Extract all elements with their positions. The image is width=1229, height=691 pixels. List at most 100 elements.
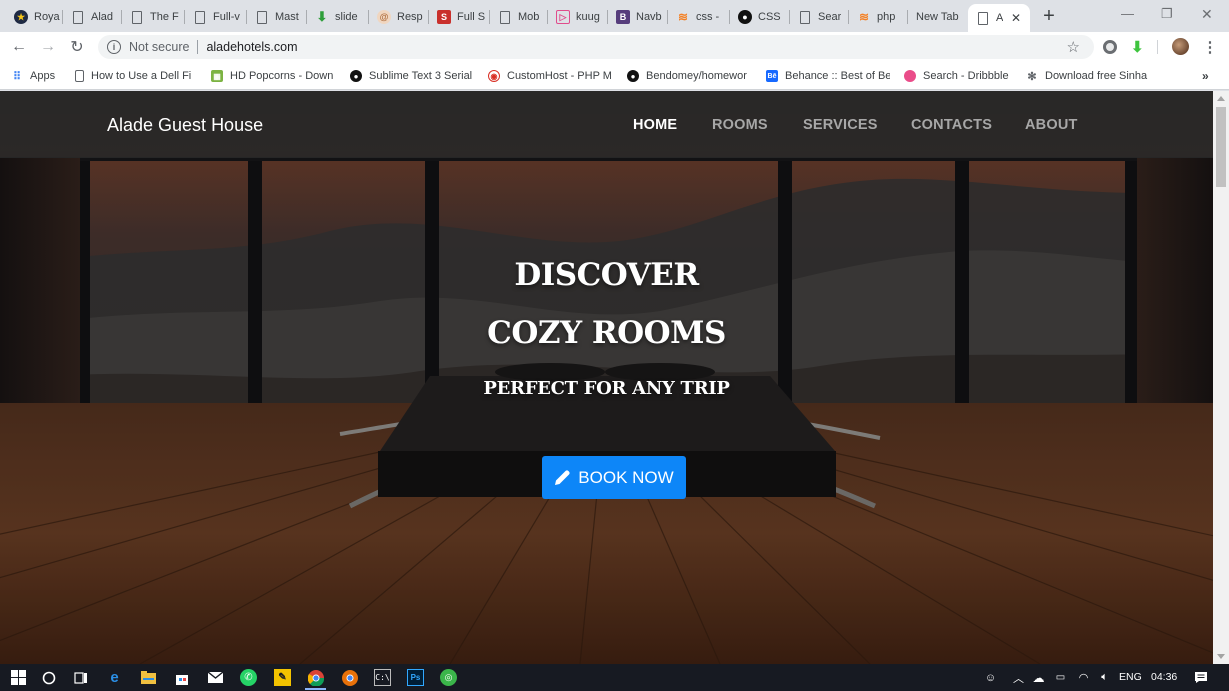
sticky-notes-icon[interactable]: ✎ — [274, 669, 291, 686]
address-bar[interactable]: i Not secure aladehotels.com ☆ — [98, 35, 1094, 59]
bookmark-item[interactable]: Bē Behance :: Best of Bel — [766, 68, 890, 84]
close-window-icon[interactable]: ✕ — [1201, 6, 1213, 23]
browser-tab[interactable]: S Full S — [429, 4, 490, 30]
back-icon[interactable]: ← — [9, 37, 29, 57]
book-now-button[interactable]: BOOK NOW — [542, 456, 686, 499]
scroll-down-icon[interactable] — [1217, 654, 1225, 659]
scrollbar-thumb[interactable] — [1216, 107, 1226, 187]
browser-tab[interactable]: ⬇ slide — [307, 4, 369, 30]
bookmark-item[interactable]: ▦ HD Popcorns - Down — [211, 68, 335, 84]
photoshop-icon[interactable]: Ps — [407, 669, 424, 686]
pink-logo-icon: ▷ — [556, 10, 570, 24]
browser-tab[interactable]: ≋ css - — [668, 4, 730, 30]
bootstrap-icon: B — [616, 10, 630, 24]
bookmark-item[interactable]: ● Bendomey/homewor — [627, 68, 751, 84]
nav-link-rooms[interactable]: ROOMS — [712, 117, 768, 133]
file-explorer-icon[interactable] — [140, 669, 157, 686]
github-icon: ● — [627, 70, 639, 82]
browser-tab[interactable]: Mob — [490, 4, 548, 30]
hero-subheading: PERFECT FOR ANY TRIP — [483, 378, 730, 399]
forward-icon[interactable]: → — [38, 37, 58, 57]
browser-tab[interactable]: ≋ php — [849, 4, 908, 30]
restore-icon[interactable]: ❐ — [1161, 6, 1173, 22]
site-navbar: Alade Guest House HOME ROOMS SERVICES CO… — [0, 91, 1213, 158]
browser-tab[interactable]: ● CSS — [730, 4, 790, 30]
divider — [1157, 40, 1158, 54]
browser-tab[interactable]: The F — [122, 4, 185, 30]
github-icon: ● — [350, 70, 362, 82]
dribbble-icon — [904, 70, 916, 82]
stackoverflow-icon: ≋ — [677, 10, 689, 24]
nav-link-services[interactable]: SERVICES — [803, 117, 878, 133]
github-icon: ● — [738, 10, 752, 24]
active-app-indicator — [305, 688, 326, 690]
browser-tab[interactable]: Alad — [63, 4, 122, 30]
onedrive-cloud-icon[interactable]: ☁ — [1030, 669, 1047, 686]
clock-time[interactable]: 04:36 — [1151, 671, 1177, 683]
browser-tab[interactable]: Mast — [247, 4, 307, 30]
green-app-icon[interactable]: ◎ — [440, 669, 457, 686]
divider — [197, 40, 199, 54]
volume-icon[interactable]: 🔈︎ — [1096, 669, 1113, 686]
page-scrollbar[interactable] — [1213, 91, 1229, 664]
reload-icon[interactable]: ↻ — [67, 37, 87, 57]
avatar[interactable] — [1172, 38, 1189, 55]
site-brand[interactable]: Alade Guest House — [107, 115, 263, 136]
nav-link-about[interactable]: ABOUT — [1025, 117, 1078, 133]
download-arrow-icon[interactable]: ⬇ — [1131, 38, 1145, 56]
store-icon[interactable] — [173, 669, 190, 686]
page-icon — [978, 11, 988, 25]
nav-link-home[interactable]: HOME — [633, 117, 677, 133]
security-status: Not secure — [129, 40, 190, 54]
url-text[interactable]: aladehotels.com — [206, 40, 297, 54]
mail-icon[interactable] — [207, 669, 224, 686]
page-icon — [73, 10, 83, 24]
windows-start-icon[interactable] — [10, 669, 27, 686]
bookmark-item[interactable]: ◉ CustomHost - PHP M — [488, 68, 612, 84]
bookmark-item[interactable]: ● Sublime Text 3 Serial — [350, 68, 472, 84]
bookmark-item[interactable]: How to Use a Dell Fi — [75, 68, 198, 84]
chrome-canary-icon[interactable] — [341, 669, 358, 686]
swirl-icon: @ — [377, 10, 391, 24]
browser-tab-active[interactable]: A ✕ — [968, 4, 1030, 32]
people-icon[interactable]: ☺ — [982, 669, 999, 686]
close-tab-icon[interactable]: ✕ — [1008, 10, 1024, 26]
minimize-icon[interactable]: — — [1121, 6, 1134, 21]
info-icon[interactable]: i — [107, 40, 121, 54]
new-tab-button[interactable]: + — [1038, 5, 1060, 27]
task-view-icon[interactable] — [72, 669, 89, 686]
browser-tab[interactable]: @ Resp — [369, 4, 429, 30]
action-center-icon[interactable] — [1192, 669, 1209, 686]
language-indicator[interactable]: ENG — [1119, 671, 1142, 683]
download-arrow-icon: ⬇ — [316, 9, 328, 24]
whatsapp-icon[interactable]: ✆ — [240, 669, 257, 686]
bookmark-star-icon[interactable]: ☆ — [1067, 38, 1080, 56]
browser-tab[interactable]: New Tab — [908, 4, 968, 30]
menu-kebab-icon[interactable]: ⋮ — [1200, 37, 1220, 57]
scroll-up-icon[interactable] — [1217, 96, 1225, 101]
browser-tab[interactable]: B Navb — [608, 4, 668, 30]
chrome-icon[interactable] — [307, 669, 324, 686]
page-icon — [500, 10, 510, 24]
bookmark-apps[interactable]: ⠿ Apps — [11, 68, 55, 84]
search-circle-icon[interactable] — [40, 669, 57, 686]
pencil-icon — [555, 470, 570, 485]
browser-tab[interactable]: Full-v — [185, 4, 247, 30]
command-prompt-icon[interactable]: C:\ — [374, 669, 391, 686]
extension-circle-icon[interactable] — [1103, 40, 1117, 54]
browser-tab[interactable]: ★ Roya — [6, 4, 63, 30]
wifi-icon[interactable]: ◠ — [1075, 669, 1092, 686]
battery-icon[interactable]: ▭ — [1052, 669, 1069, 686]
more-bookmarks-icon[interactable]: » — [1202, 68, 1209, 84]
browser-tab[interactable]: Sear — [790, 4, 849, 30]
film-icon: ▦ — [211, 70, 223, 82]
edge-browser-icon[interactable]: e — [106, 669, 123, 686]
browser-tab[interactable]: ▷ kuug — [548, 4, 608, 30]
nav-link-contacts[interactable]: CONTACTS — [911, 117, 992, 133]
browser-toolbar: ← → ↻ i Not secure aladehotels.com ☆ ⬇ ⋮ — [0, 32, 1229, 62]
bookmark-item[interactable]: Search - Dribbble — [904, 68, 1014, 84]
page-icon — [800, 10, 810, 24]
chevron-up-icon[interactable]: ︿ — [1010, 669, 1027, 686]
hero-heading-line2: COZY ROOMS — [487, 315, 726, 351]
bookmark-item[interactable]: ✻ Download free Sinha — [1026, 68, 1148, 84]
